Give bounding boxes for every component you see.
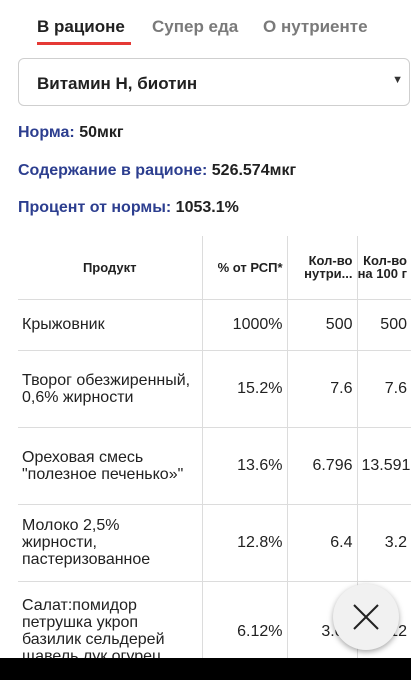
per100-cell: 3.2 [357,504,411,582]
percent-cell: 12.8% [202,504,288,582]
close-icon [353,604,379,630]
dropdown-caret-icon: ▼ [392,74,403,86]
tab-in-diet[interactable]: В рационе [37,17,125,37]
percent-cell: 15.2% [202,350,288,428]
table-row[interactable]: Творог обезжиренный, 0,6% жирности 15.2%… [18,350,411,428]
percent-line: Процент от нормы: 1053.1% [18,199,239,217]
norm-value: 50мкг [79,124,124,141]
percent-cell: 13.6% [202,427,288,505]
norm-label: Норма: [18,124,75,141]
amount-cell: 500 [287,299,358,351]
system-navigation-bar [0,658,411,680]
nutrient-select-value: Витамин Н, биотин [37,74,198,93]
tab-about-nutrient[interactable]: О нутриенте [263,17,368,37]
content-value: 526.574мкг [211,162,297,179]
product-cell: Крыжовник [18,299,203,351]
column-header-amount[interactable]: Кол-во нутри... [287,236,358,300]
percent-label: Процент от нормы: [18,199,172,216]
product-cell: Молоко 2,5% жирности, пастеризованное [18,504,203,582]
column-header-product[interactable]: Продукт [18,236,203,300]
tab-bar: В рационе Супер еда О нутриенте [0,0,411,48]
content-line: Содержание в рационе: 526.574мкг [18,162,296,180]
column-header-per100[interactable]: Кол-во на 100 г [357,236,411,300]
product-cell: Творог обезжиренный, 0,6% жирности [18,350,203,428]
per100-cell: 500 [357,299,411,351]
tab-super-food[interactable]: Супер еда [152,17,238,37]
column-header-percent[interactable]: % от РСП* [202,236,288,300]
per100-cell: 7.6 [357,350,411,428]
amount-cell: 6.4 [287,504,358,582]
percent-value: 1053.1% [175,199,239,216]
active-tab-indicator [37,42,131,45]
table-row[interactable]: Ореховая смесь "полезное печенько»" 13.6… [18,427,411,505]
amount-cell: 7.6 [287,350,358,428]
table-row[interactable]: Крыжовник 1000% 500 500 [18,299,411,351]
percent-cell: 1000% [202,299,288,351]
table-row[interactable]: Молоко 2,5% жирности, пастеризованное 12… [18,504,411,582]
close-fab-button[interactable] [333,584,399,650]
nutrient-select[interactable]: Витамин Н, биотин ▼ [18,58,410,106]
content-label: Содержание в рационе: [18,162,208,179]
amount-cell: 6.796 [287,427,358,505]
table-header-row: Продукт % от РСП* Кол-во нутри... Кол-во… [18,236,411,300]
product-cell: Ореховая смесь "полезное печенько»" [18,427,203,505]
norm-line: Норма: 50мкг [18,124,124,142]
per100-cell: 13.591 [357,427,411,505]
